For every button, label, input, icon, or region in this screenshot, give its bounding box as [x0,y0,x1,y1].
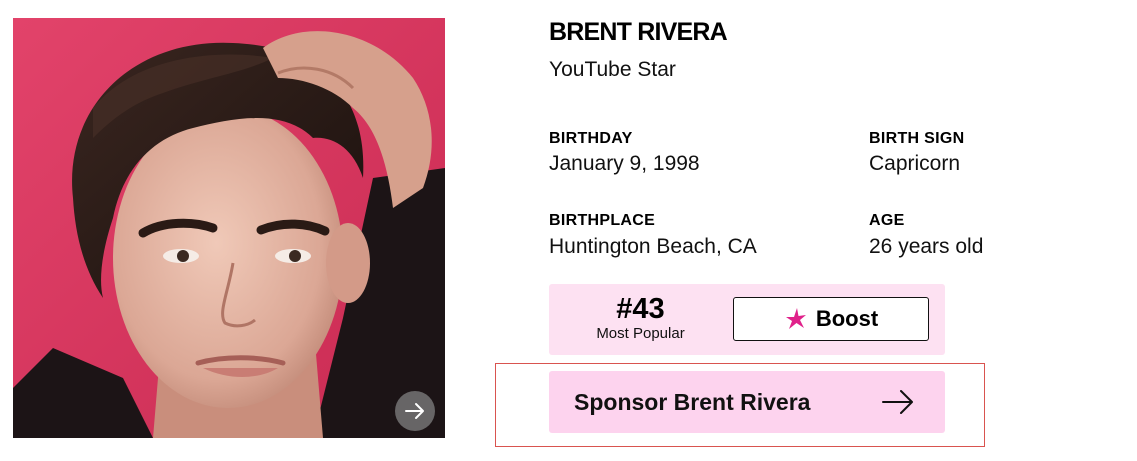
birthplace-label: BIRTHPLACE [549,212,656,229]
popularity-panel: #43 Most Popular Boost [549,284,945,355]
sponsor-button[interactable]: Sponsor Brent Rivera [549,371,945,433]
age-value: 26 years old [869,235,984,258]
age-label: AGE [869,212,905,229]
celebrity-profession: YouTube Star [549,58,676,81]
popularity-rank-label: Most Popular [596,325,685,342]
birthday-value: January 9, 1998 [549,152,700,175]
boost-label: Boost [815,306,879,331]
sponsor-label: Sponsor Brent Rivera [574,389,811,415]
star-icon [785,308,806,329]
profile-photo-image [13,18,445,438]
profile-photo [13,18,445,438]
birth-sign-value[interactable]: Capricorn [869,150,960,178]
birth-sign-label: BIRTH SIGN [869,130,965,147]
arrow-right-icon [882,390,913,414]
celebrity-name: BRENT RIVERA [549,18,728,46]
popularity-rank: #43 [616,293,665,325]
arrow-right-icon [405,403,424,419]
boost-button[interactable]: Boost [733,297,929,341]
next-photo-button[interactable] [395,391,435,431]
birthplace-value[interactable]: Huntington Beach, CA [549,233,757,261]
celebrity-profile: BRENT RIVERA YouTube Star BIRTHDAY Janua… [0,0,1137,461]
birthday-label: BIRTHDAY [549,130,633,147]
